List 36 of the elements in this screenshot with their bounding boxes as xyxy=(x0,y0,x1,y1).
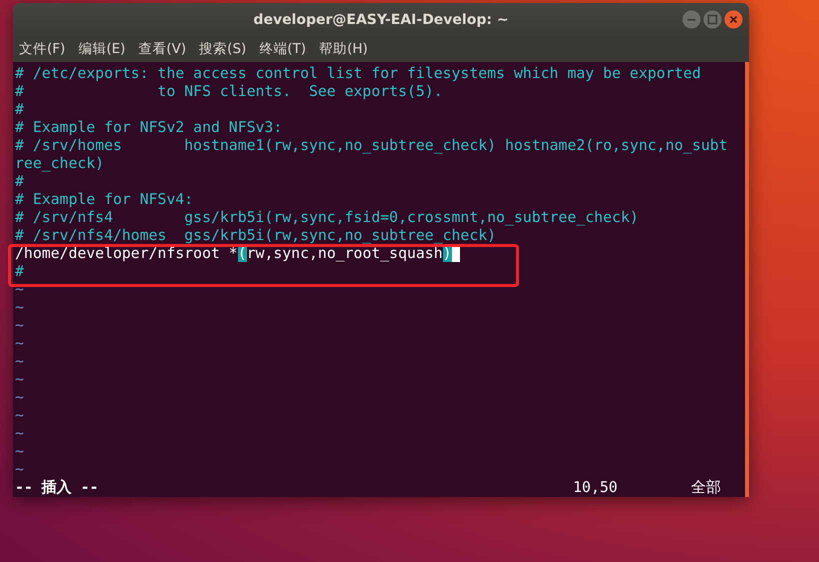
empty-line-marker: ~ xyxy=(15,371,25,389)
menu-item[interactable]: 帮助(H) xyxy=(319,40,368,58)
menu-item[interactable]: 文件(F) xyxy=(19,40,66,58)
empty-line-marker: ~ xyxy=(15,389,25,407)
minimize-icon[interactable] xyxy=(682,10,701,29)
comment-line: # to NFS clients. See exports(5). xyxy=(15,83,444,101)
maximize-icon[interactable] xyxy=(703,10,722,29)
menu-item[interactable]: 搜索(S) xyxy=(199,40,246,58)
scrollbar[interactable] xyxy=(745,62,749,497)
empty-line-marker: ~ xyxy=(15,425,25,443)
menu-item[interactable]: 查看(V) xyxy=(138,40,186,58)
empty-line-marker: ~ xyxy=(15,335,25,353)
comment-line: # /srv/nfs4 gss/krb5i(rw,sync,fsid=0,crossmnt,no_subtree_check) xyxy=(15,209,640,227)
comment-line: # xyxy=(15,101,25,119)
empty-line-marker: ~ xyxy=(15,461,25,479)
scroll-position: 全部 xyxy=(691,479,721,497)
empty-line-marker: ~ xyxy=(15,407,25,425)
menu-item[interactable]: 终端(T) xyxy=(259,40,306,58)
menu-item[interactable]: 编辑(E) xyxy=(78,40,126,58)
empty-line-marker: ~ xyxy=(15,443,25,461)
empty-line-marker: ~ xyxy=(15,317,25,335)
comment-line: # Example for NFSv4: xyxy=(15,191,194,209)
comment-line: # /etc/exports: the access control list for filesystems which may be exported xyxy=(15,65,702,83)
comment-line: # xyxy=(15,173,25,191)
mode-indicator: -- 插入 -- xyxy=(15,479,100,497)
close-icon[interactable] xyxy=(724,10,743,29)
comment-line: # Example for NFSv2 and NFSv3: xyxy=(15,119,284,137)
empty-line-marker: ~ xyxy=(15,281,25,299)
empty-line-marker: ~ xyxy=(15,299,25,317)
cursor-position: 10,50 xyxy=(573,479,619,497)
comment-line: # xyxy=(15,263,25,281)
comment-line: # /srv/nfs4/homes gss/krb5i(rw,sync,no_subtree_check) xyxy=(15,227,498,245)
comment-line: # /srv/homes hostname1(rw,sync,no_subtree_check) hostname2(ro,sync,no_subtree_check) xyxy=(15,137,729,173)
code-line: /home/developer/nfsroot *(rw,sync,no_root_squash) xyxy=(15,245,452,263)
window-title: developer@EASY-EAI-Develop: ~ xyxy=(253,12,509,28)
empty-line-marker: ~ xyxy=(15,353,25,371)
